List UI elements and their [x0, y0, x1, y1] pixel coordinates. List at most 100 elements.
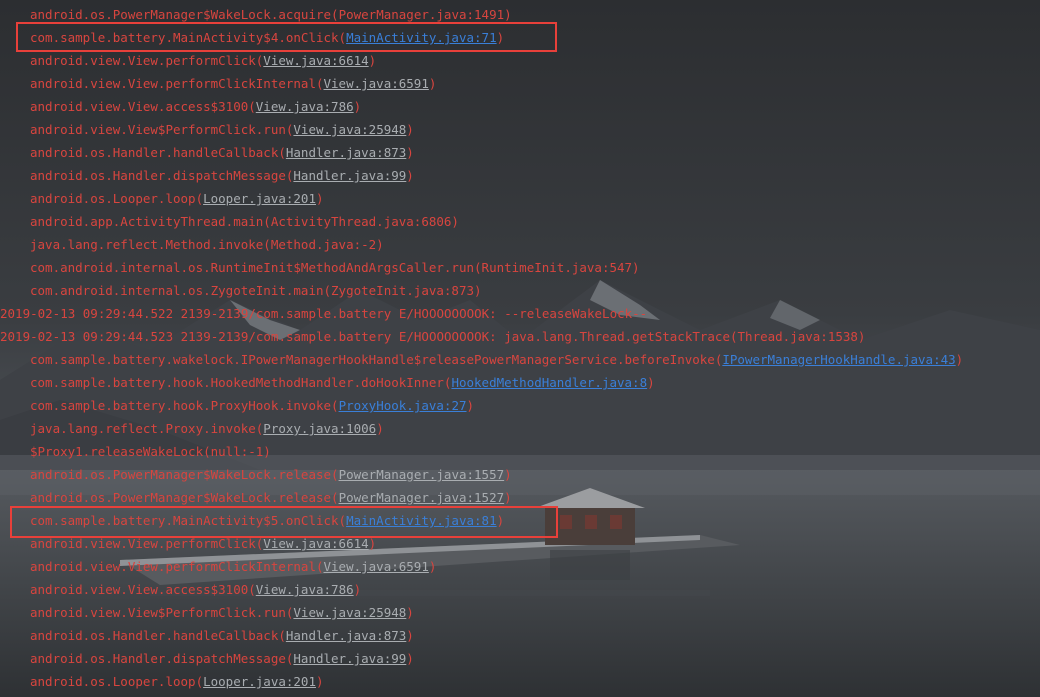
log-text: com.sample.battery.wakelock.IPowerManage… [30, 352, 723, 367]
log-text: com.sample.battery.hook.HookedMethodHand… [30, 375, 452, 390]
log-text: com.android.internal.os.ZygoteInit.main(… [30, 283, 482, 298]
log-tail: ) [406, 628, 414, 643]
log-text: android.os.Handler.handleCallback( [30, 145, 286, 160]
log-text: android.view.View.access$3100( [30, 582, 256, 597]
log-line: android.os.PowerManager$WakeLock.release… [30, 486, 512, 509]
log-line: android.view.View$PerformClick.run(View.… [30, 118, 414, 141]
source-link[interactable]: View.java:25948 [293, 122, 406, 137]
log-text: android.view.View.performClick( [30, 53, 264, 68]
log-tail: ) [496, 513, 505, 528]
log-line: com.sample.battery.wakelock.IPowerManage… [30, 348, 963, 371]
log-text: android.os.PowerManager$WakeLock.release… [30, 490, 339, 505]
log-line: com.android.internal.os.ZygoteInit.main(… [30, 279, 482, 302]
log-line: com.sample.battery.hook.ProxyHook.invoke… [30, 394, 474, 417]
log-line: android.view.View$PerformClick.run(View.… [30, 601, 414, 624]
log-tail: ) [428, 76, 437, 91]
log-line: java.lang.reflect.Proxy.invoke(Proxy.jav… [30, 417, 384, 440]
log-text: com.android.internal.os.RuntimeInit$Meth… [30, 260, 640, 275]
log-text: android.os.Handler.dispatchMessage( [30, 651, 294, 666]
log-text: android.os.Handler.dispatchMessage( [30, 168, 294, 183]
log-line: android.view.View.performClickInternal(V… [30, 72, 436, 95]
log-line: com.android.internal.os.RuntimeInit$Meth… [30, 256, 640, 279]
log-tail: ) [955, 352, 964, 367]
log-line: 2019-02-13 09:29:44.523 2139-2139/com.sa… [0, 325, 865, 348]
log-text: java.lang.reflect.Method.invoke(Method.j… [30, 237, 384, 252]
log-line: com.sample.battery.hook.HookedMethodHand… [30, 371, 655, 394]
log-tail: ) [647, 375, 655, 390]
source-link[interactable]: HookedMethodHandler.java:8 [451, 375, 647, 390]
source-link[interactable]: View.java:6614 [263, 536, 368, 551]
source-link[interactable]: Handler.java:873 [286, 145, 406, 160]
log-line: com.sample.battery.MainActivity$4.onClic… [30, 26, 504, 49]
log-tail: ) [315, 674, 324, 689]
log-text: 2019-02-13 09:29:44.522 2139-2139/com.sa… [0, 306, 648, 321]
log-tail: ) [353, 582, 362, 597]
source-link[interactable]: PowerManager.java:1491 [339, 7, 505, 22]
log-text: com.sample.battery.MainActivity$4.onClic… [30, 30, 347, 45]
source-link[interactable]: ProxyHook.java:27 [339, 398, 467, 413]
log-tail: ) [504, 490, 512, 505]
log-text: android.view.View.performClick( [30, 536, 264, 551]
log-tail: ) [368, 53, 377, 68]
log-tail: ) [496, 30, 505, 45]
source-link[interactable]: IPowerManagerHookHandle.java:43 [722, 352, 955, 367]
log-text: $Proxy1.releaseWakeLock(null:-1) [30, 444, 271, 459]
log-line: android.os.PowerManager$WakeLock.acquire… [30, 3, 512, 26]
log-tail: ) [406, 168, 414, 183]
log-text: 2019-02-13 09:29:44.523 2139-2139/com.sa… [0, 329, 866, 344]
log-tail: ) [406, 605, 414, 620]
source-link[interactable]: MainActivity.java:71 [346, 30, 497, 45]
source-link[interactable]: Handler.java:99 [293, 168, 406, 183]
log-tail: ) [353, 99, 362, 114]
source-link[interactable]: View.java:786 [256, 99, 354, 114]
source-link[interactable]: Handler.java:873 [286, 628, 406, 643]
source-link[interactable]: View.java:6591 [324, 76, 429, 91]
source-link[interactable]: Looper.java:201 [203, 191, 316, 206]
log-line: android.view.View.performClick(View.java… [30, 49, 376, 72]
source-link[interactable]: View.java:786 [256, 582, 354, 597]
source-link[interactable]: PowerManager.java:1557 [339, 467, 505, 482]
log-line: android.os.Handler.dispatchMessage(Handl… [30, 164, 414, 187]
log-text: android.view.View.access$3100( [30, 99, 256, 114]
log-line: 2019-02-13 09:29:44.522 2139-2139/com.sa… [0, 302, 647, 325]
log-line: android.view.View.performClick(View.java… [30, 532, 376, 555]
log-line: android.view.View.access$3100(View.java:… [30, 578, 361, 601]
log-text: android.os.PowerManager$WakeLock.release… [30, 467, 339, 482]
log-tail: ) [406, 651, 414, 666]
source-link[interactable]: Handler.java:99 [293, 651, 406, 666]
log-line: android.os.Handler.handleCallback(Handle… [30, 141, 414, 164]
log-line: android.os.Handler.dispatchMessage(Handl… [30, 647, 414, 670]
log-line: android.os.PowerManager$WakeLock.release… [30, 463, 512, 486]
log-tail: ) [315, 191, 324, 206]
log-tail: ) [466, 398, 475, 413]
source-link[interactable]: Looper.java:201 [203, 674, 316, 689]
log-tail: ) [504, 7, 512, 22]
log-tail: ) [406, 145, 414, 160]
log-line: android.os.Looper.loop(Looper.java:201) [30, 670, 324, 693]
source-link[interactable]: View.java:25948 [293, 605, 406, 620]
source-link[interactable]: PowerManager.java:1527 [339, 490, 505, 505]
log-line: android.os.Looper.loop(Looper.java:201) [30, 187, 324, 210]
log-text: com.sample.battery.hook.ProxyHook.invoke… [30, 398, 339, 413]
source-link[interactable]: View.java:6591 [324, 559, 429, 574]
log-text: android.os.Looper.loop( [30, 674, 204, 689]
log-text: android.os.Looper.loop( [30, 191, 204, 206]
log-text: com.sample.battery.MainActivity$5.onClic… [30, 513, 347, 528]
log-tail: ) [406, 122, 414, 137]
source-link[interactable]: MainActivity.java:81 [346, 513, 497, 528]
log-text: android.view.View$PerformClick.run( [30, 122, 294, 137]
log-text: android.view.View.performClickInternal( [30, 76, 324, 91]
source-link[interactable]: Proxy.java:1006 [263, 421, 376, 436]
log-text: android.os.Handler.handleCallback( [30, 628, 286, 643]
log-text: android.app.ActivityThread.main(Activity… [30, 214, 459, 229]
source-link[interactable]: View.java:6614 [263, 53, 368, 68]
log-text: java.lang.reflect.Proxy.invoke( [30, 421, 264, 436]
log-tail: ) [504, 467, 512, 482]
log-text: android.view.View$PerformClick.run( [30, 605, 294, 620]
log-line: android.os.Handler.handleCallback(Handle… [30, 624, 414, 647]
log-line: android.app.ActivityThread.main(Activity… [30, 210, 459, 233]
log-line: android.view.View.access$3100(View.java:… [30, 95, 361, 118]
log-tail: ) [368, 536, 377, 551]
log-line: android.view.View.performClickInternal(V… [30, 555, 436, 578]
log-tail: ) [428, 559, 437, 574]
